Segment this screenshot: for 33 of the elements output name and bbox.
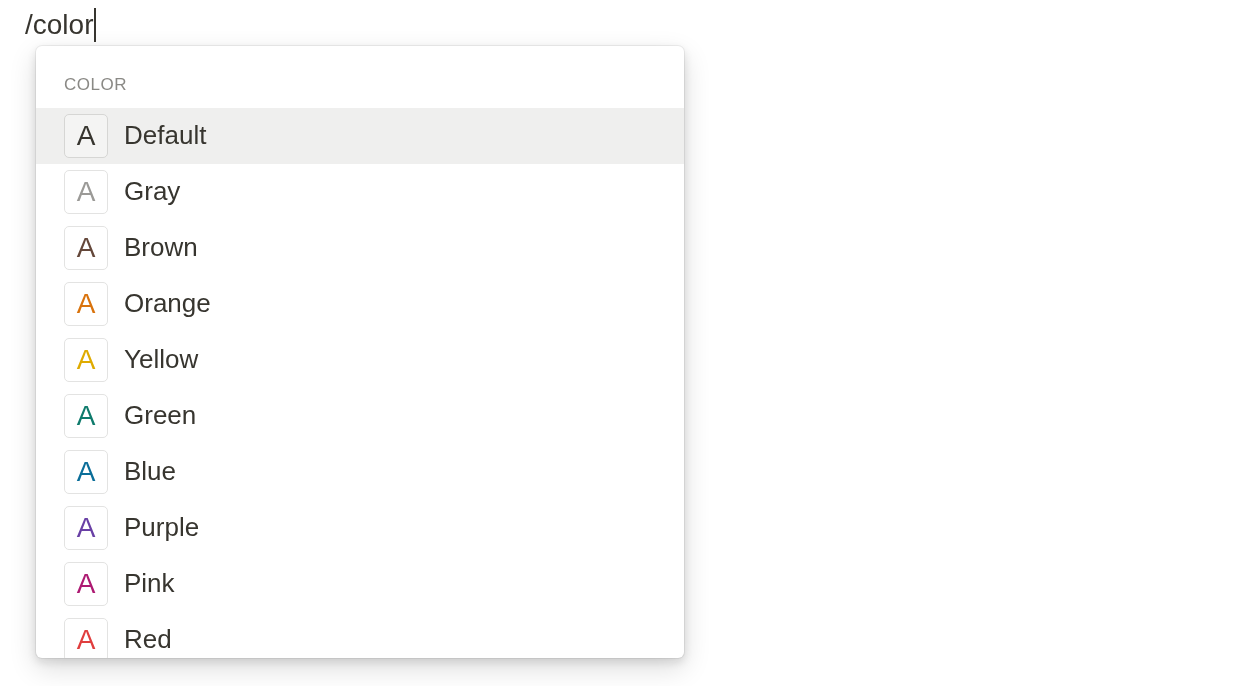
color-swatch-icon: A [64, 281, 108, 326]
menu-item[interactable]: A Blue [36, 443, 684, 500]
text-cursor [94, 8, 96, 42]
menu-item[interactable]: A Green [36, 387, 684, 444]
menu-item[interactable]: A Red [36, 611, 684, 658]
color-swatch-icon: A [64, 617, 108, 658]
menu-item[interactable]: A Yellow [36, 331, 684, 388]
menu-item-label: Default [124, 119, 207, 152]
menu-item-label: Brown [124, 231, 198, 264]
menu-item[interactable]: A Gray [36, 163, 684, 220]
menu-item[interactable]: A Orange [36, 275, 684, 332]
menu-item-label: Gray [124, 175, 181, 208]
color-swatch-icon: A [64, 505, 108, 550]
menu-item-label: Red [124, 623, 172, 656]
section-header: COLOR [63, 74, 128, 96]
menu-item-label: Purple [124, 511, 200, 544]
color-swatch-icon: A [64, 561, 108, 606]
menu-item-label: Yellow [124, 343, 199, 376]
color-swatch-icon: A [64, 169, 108, 214]
menu-item-label: Orange [124, 287, 211, 320]
color-swatch-icon: A [64, 393, 108, 438]
menu-item[interactable]: A Brown [36, 219, 684, 276]
color-swatch-icon: A [64, 337, 108, 382]
color-swatch-icon: A [64, 449, 108, 494]
typed-text: /color [25, 8, 94, 42]
menu-item[interactable]: A Default [36, 107, 684, 164]
menu-item[interactable]: A Pink [36, 555, 684, 612]
menu-item-label: Blue [124, 455, 177, 488]
color-swatch-icon: A [64, 225, 108, 270]
color-swatch-icon: A [64, 113, 108, 158]
menu-item-label: Pink [124, 567, 175, 600]
menu-item-label: Green [124, 399, 197, 432]
menu-item[interactable]: A Purple [36, 499, 684, 556]
